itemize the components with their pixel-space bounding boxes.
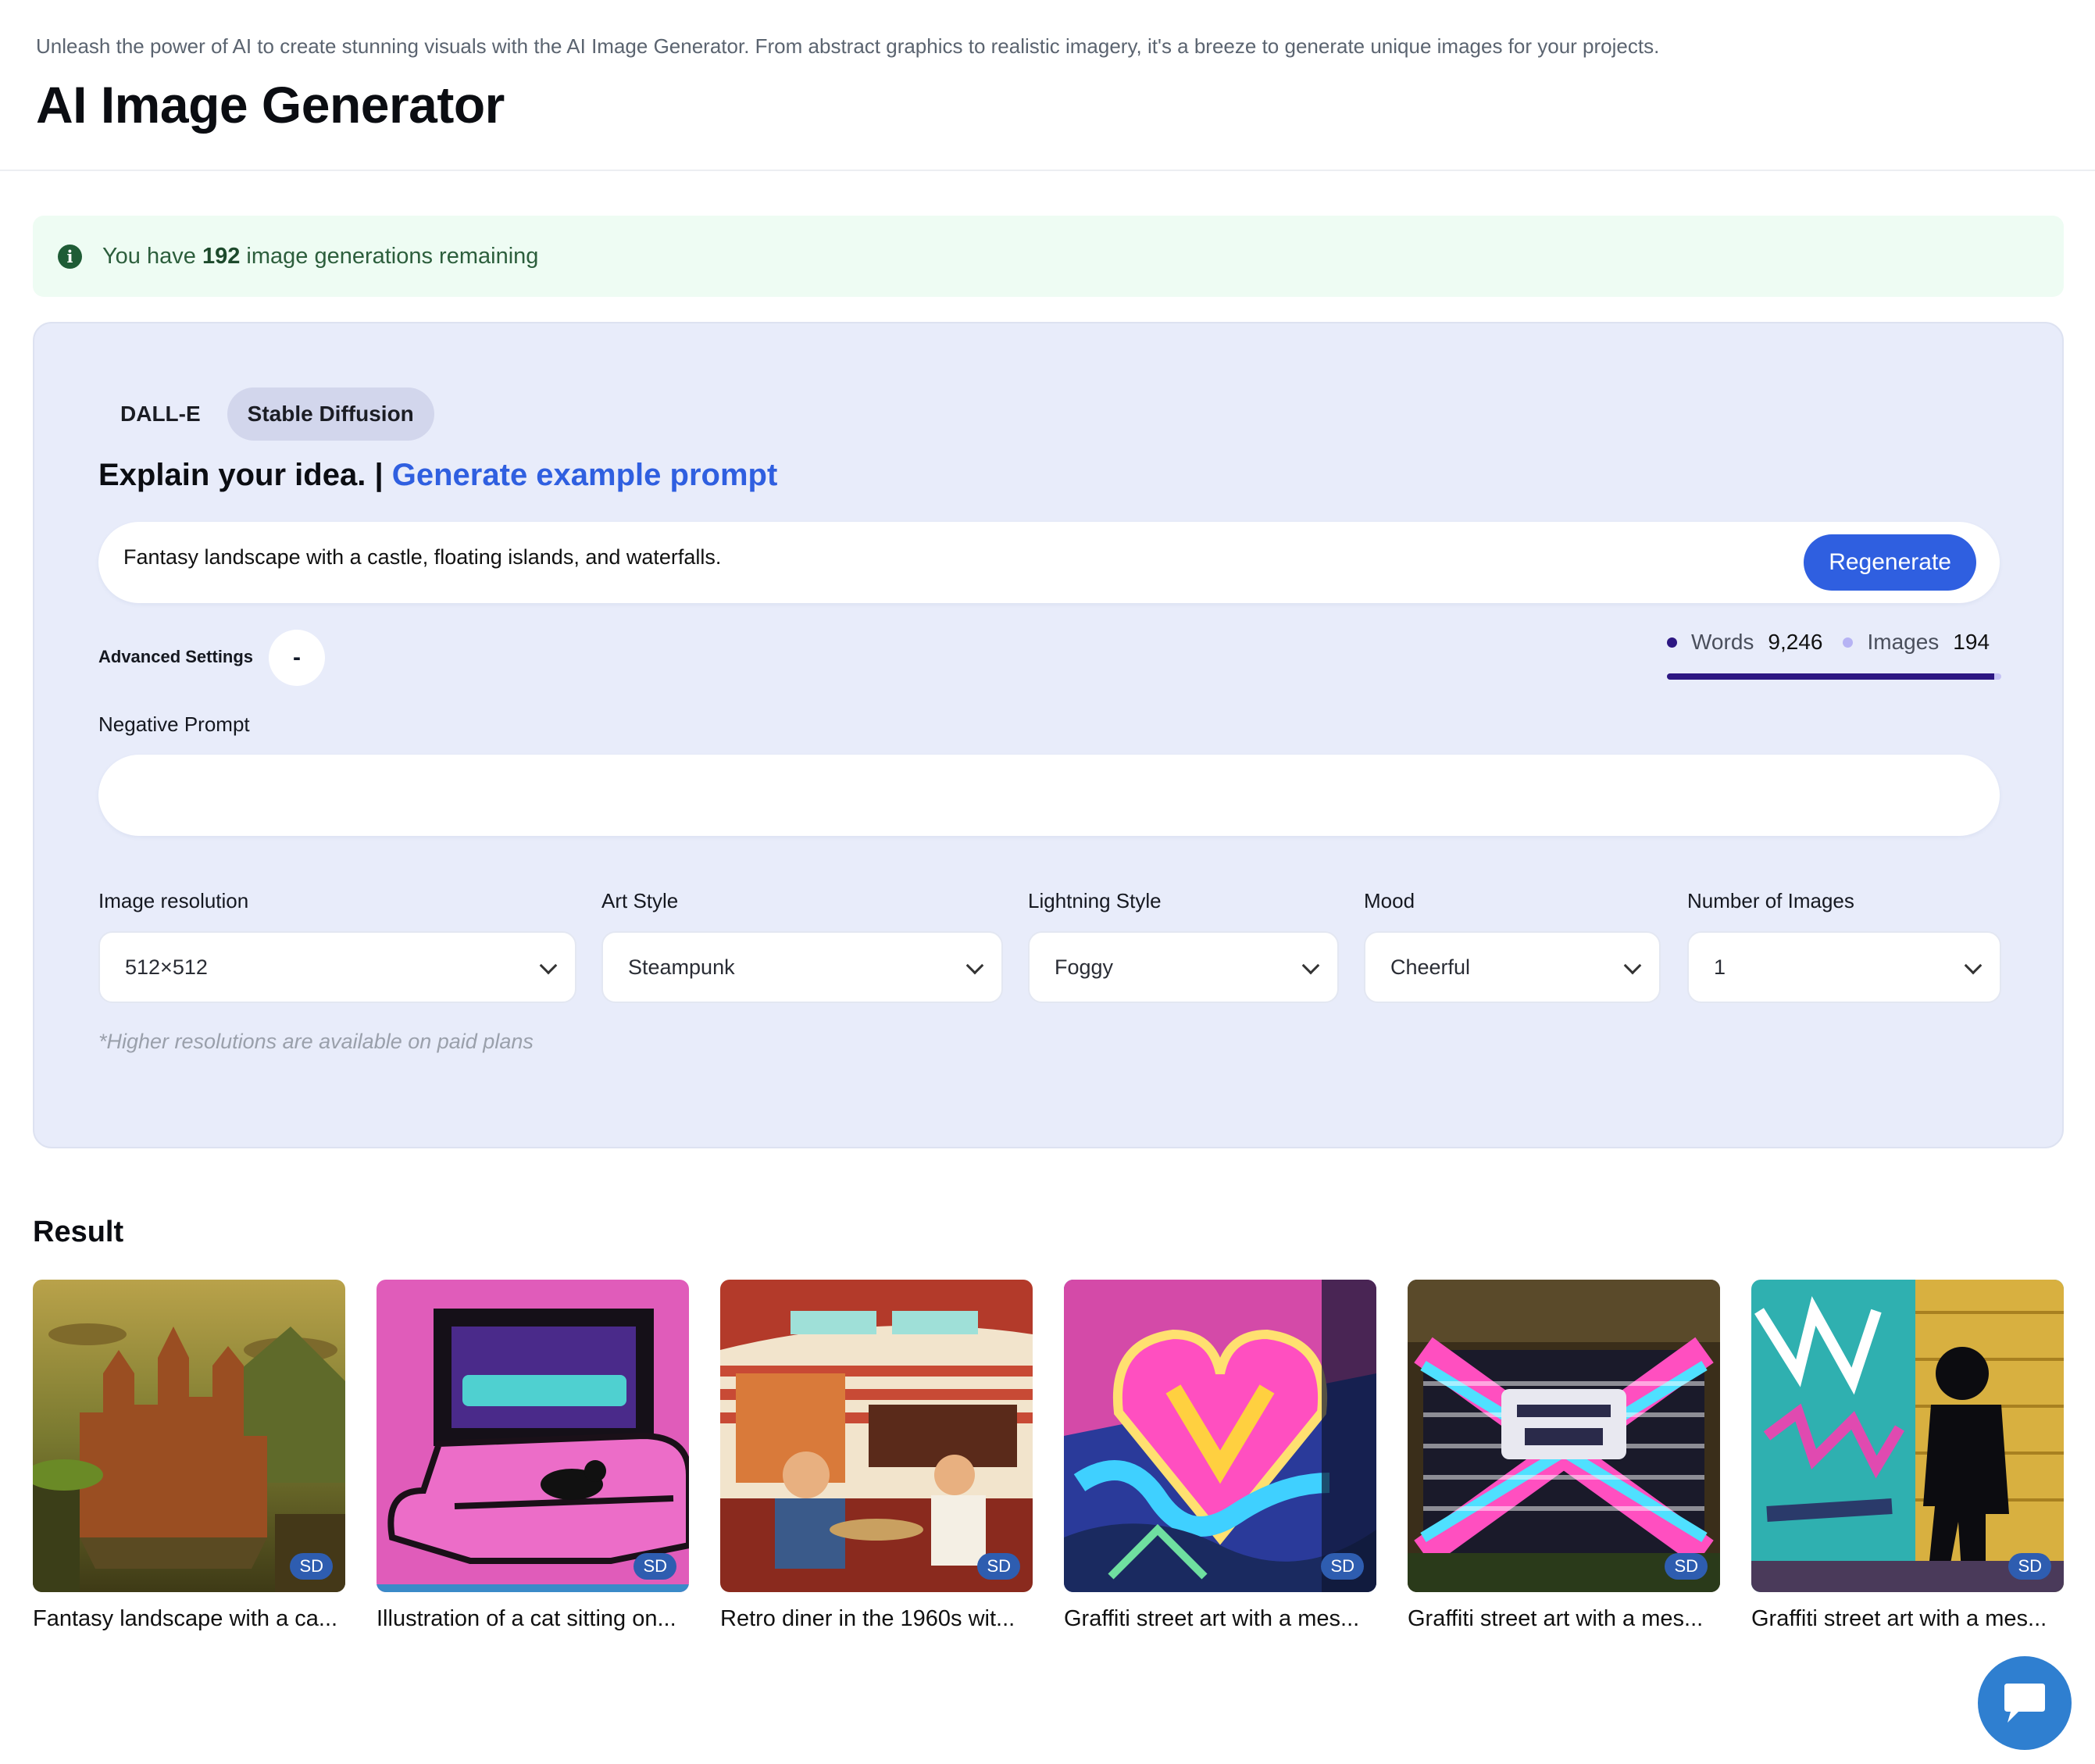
page-header: Unleash the power of AI to create stunni…: [0, 0, 2095, 171]
sd-badge: SD: [290, 1553, 333, 1580]
result-caption: Graffiti street art with a mes...: [1408, 1606, 1704, 1631]
result-card[interactable]: SD Graffiti street art with a mes...: [1064, 1280, 1376, 1632]
sd-badge: SD: [1321, 1553, 1364, 1580]
negative-prompt-input[interactable]: [98, 755, 2000, 836]
number-of-images-label: Number of Images: [1687, 889, 1854, 912]
usage-meter: Words 9,246 Images 194: [1667, 630, 2001, 680]
result-image[interactable]: SD: [377, 1280, 689, 1592]
alert-suffix: image generations remaining: [246, 243, 539, 269]
advanced-settings-label: Advanced Settings: [98, 647, 254, 666]
generator-panel: DALL-E Stable Diffusion Explain your ide…: [33, 322, 2064, 1148]
chevron-down-icon: [539, 956, 558, 975]
lighting-style-value: Foggy: [1055, 955, 1114, 979]
generations-remaining-alert: i You have 192 image generations remaini…: [33, 216, 2064, 297]
result-image[interactable]: SD: [720, 1280, 1033, 1592]
art-style-label: Art Style: [601, 889, 679, 912]
words-label: Words: [1691, 630, 1754, 654]
chevron-down-icon: [1301, 956, 1320, 975]
mood-select[interactable]: Cheerful: [1364, 931, 1661, 1003]
result-caption: Retro diner in the 1960s wit...: [720, 1606, 1015, 1631]
mood-label: Mood: [1364, 889, 1415, 912]
resolution-select[interactable]: 512×512: [98, 931, 576, 1003]
chat-button[interactable]: [1978, 1656, 2072, 1750]
tab-dall-e[interactable]: DALL-E: [100, 387, 221, 441]
mood-value: Cheerful: [1390, 955, 1471, 979]
remaining-count: 192: [202, 243, 241, 269]
result-card[interactable]: SD Graffiti street art with a mes...: [1408, 1280, 1720, 1632]
info-icon: i: [58, 244, 82, 269]
result-card[interactable]: SD Fantasy landscape with a ca...: [33, 1280, 345, 1632]
images-label: Images: [1867, 630, 1940, 654]
sd-badge: SD: [1665, 1553, 1708, 1580]
tab-stable-diffusion[interactable]: Stable Diffusion: [227, 387, 434, 441]
number-of-images-value: 1: [1714, 955, 1726, 979]
usage-progress-bar: [1667, 673, 2001, 680]
idea-label: Explain your idea. |: [98, 458, 384, 492]
resolution-hint: *Higher resolutions are available on pai…: [98, 1030, 534, 1053]
negative-prompt-label: Negative Prompt: [98, 712, 250, 736]
number-of-images-select[interactable]: 1: [1687, 931, 2001, 1003]
sd-badge: SD: [633, 1553, 676, 1580]
words-value: 9,246: [1768, 630, 1823, 654]
chevron-down-icon: [1964, 956, 1983, 975]
sd-badge: SD: [977, 1553, 1020, 1580]
images-value: 194: [1953, 630, 1990, 654]
lighting-style-select[interactable]: Foggy: [1028, 931, 1339, 1003]
advanced-settings-toggle[interactable]: -: [269, 630, 325, 686]
usage-progress-fill: [1667, 673, 1995, 680]
result-caption: Fantasy landscape with a ca...: [33, 1606, 338, 1631]
prompt-input[interactable]: Fantasy landscape with a castle, floatin…: [98, 522, 2000, 603]
page-title: AI Image Generator: [36, 76, 505, 134]
resolution-value: 512×512: [125, 955, 208, 979]
words-dot-icon: [1667, 637, 1677, 648]
result-caption: Graffiti street art with a mes...: [1064, 1606, 1360, 1631]
result-image[interactable]: SD: [1064, 1280, 1376, 1592]
images-dot-icon: [1843, 637, 1854, 648]
chevron-down-icon: [1623, 956, 1642, 975]
resolution-label: Image resolution: [98, 889, 249, 912]
result-caption: Graffiti street art with a mes...: [1751, 1606, 2047, 1631]
lighting-style-label: Lightning Style: [1028, 889, 1162, 912]
result-image[interactable]: SD: [1751, 1280, 2064, 1592]
model-tabs: DALL-E Stable Diffusion: [100, 387, 434, 441]
art-style-select[interactable]: Steampunk: [601, 931, 1003, 1003]
result-caption: Illustration of a cat sitting on...: [377, 1606, 676, 1631]
result-card[interactable]: SD Graffiti street art with a mes...: [1751, 1280, 2064, 1632]
alert-message: You have 192 image generations remaining: [102, 244, 538, 270]
page-subtitle: Unleash the power of AI to create stunni…: [36, 34, 1660, 58]
alert-prefix: You have: [102, 243, 196, 269]
result-image[interactable]: SD: [1408, 1280, 1720, 1592]
result-image[interactable]: SD: [33, 1280, 345, 1592]
result-card[interactable]: SD Illustration of a cat sitting on...: [377, 1280, 689, 1632]
art-style-value: Steampunk: [628, 955, 735, 979]
chevron-down-icon: [965, 956, 984, 975]
chat-icon: [2004, 1684, 2045, 1723]
result-card[interactable]: SD Retro diner in the 1960s wit...: [720, 1280, 1033, 1632]
prompt-text[interactable]: Fantasy landscape with a castle, floatin…: [123, 545, 721, 570]
generate-example-prompt-link[interactable]: Generate example prompt: [392, 458, 778, 492]
idea-heading: Explain your idea. | Generate example pr…: [98, 458, 777, 493]
result-heading: Result: [33, 1216, 124, 1248]
regenerate-button[interactable]: Regenerate: [1804, 534, 1976, 591]
sd-badge: SD: [2008, 1553, 2051, 1580]
